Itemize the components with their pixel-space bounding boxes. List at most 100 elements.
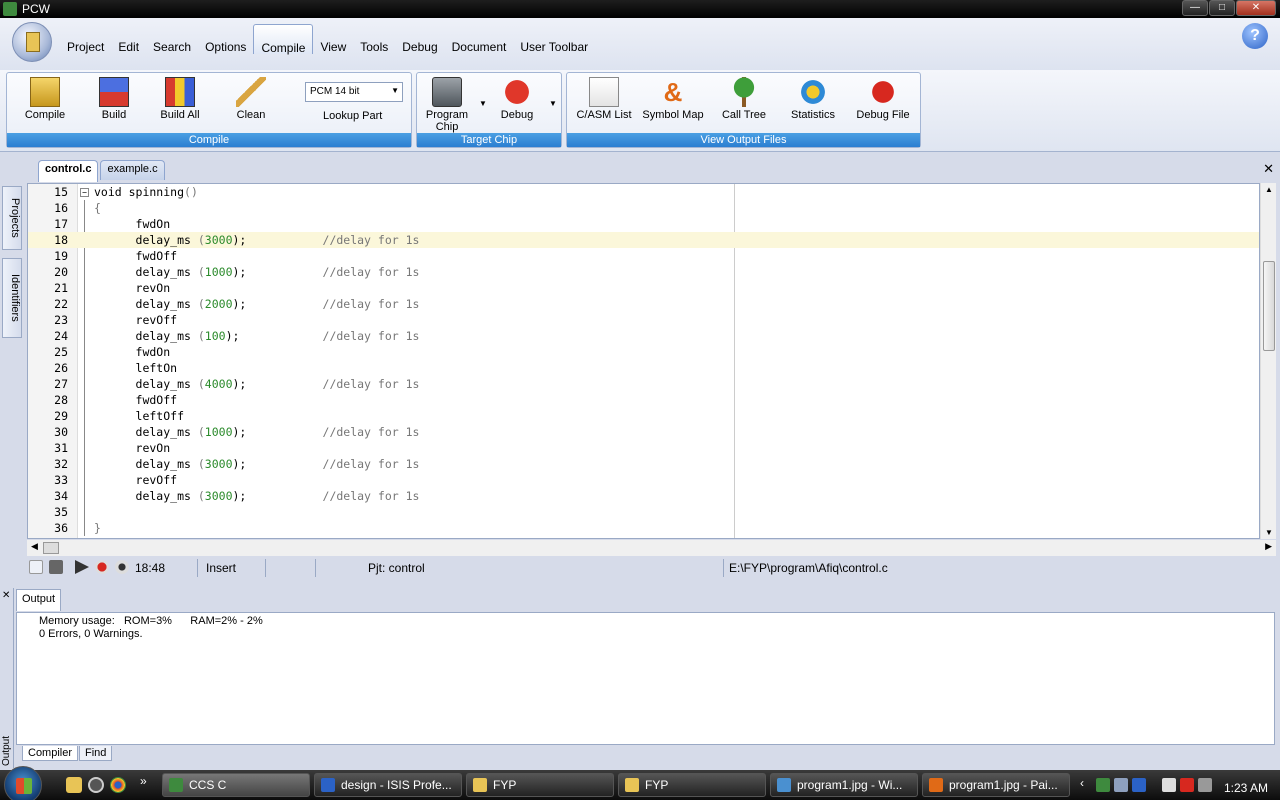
menu-edit[interactable]: Edit [111,36,146,58]
debug-file-button[interactable]: Debug File [853,77,913,121]
code-line[interactable]: 21 revOn [28,280,1259,296]
identifiers-side-tab[interactable]: Identifiers [2,258,22,338]
code-line[interactable]: 33 revOff [28,472,1259,488]
output-tab[interactable]: Output [16,589,62,611]
code-line[interactable]: 19 fwdOff [28,248,1259,264]
file-tab-example[interactable]: example.c [100,160,165,180]
code-line[interactable]: 26 leftOn [28,360,1259,376]
menu-options[interactable]: Options [198,36,253,58]
bluetooth-icon[interactable] [1132,778,1146,792]
debug-button[interactable]: Debug [497,77,537,121]
taskbar-button[interactable]: design - ISIS Profe... [314,773,462,797]
menu-compile[interactable]: Compile [253,24,314,55]
horizontal-scrollbar[interactable]: ◀ ▶ [27,540,1276,556]
start-button[interactable] [4,766,42,800]
taskbar-button[interactable]: CCS C [162,773,310,797]
code-line[interactable]: 32 delay_ms (3000); //delay for 1s [28,456,1259,472]
compiler-tab[interactable]: Compiler [22,746,79,761]
clock[interactable]: 1:23 AM [1224,781,1268,795]
help-icon[interactable]: ? [1242,23,1268,49]
menu-view[interactable]: View [313,36,353,58]
clean-button[interactable]: Clean [227,77,275,121]
save-macro-icon[interactable] [49,560,63,574]
code-line[interactable]: 27 delay_ms (4000); //delay for 1s [28,376,1259,392]
menu-user-toolbar[interactable]: User Toolbar [513,36,595,58]
collapse-icon[interactable] [29,560,43,574]
target-chip-group: Program Chip ▼ Debug ▼ Target Chip [416,72,562,148]
program-chip-dropdown-icon[interactable]: ▼ [479,99,487,108]
menu-debug[interactable]: Debug [395,36,444,58]
more-quicklaunch-icon[interactable]: » [140,774,156,790]
scroll-right-icon[interactable]: ▶ [1265,541,1272,552]
vertical-scrollbar[interactable]: ▲ ▼ [1260,183,1276,539]
scroll-down-icon[interactable]: ▼ [1265,528,1273,537]
code-line[interactable]: 34 delay_ms (3000); //delay for 1s [28,488,1259,504]
code-line[interactable]: 16 { [28,200,1259,216]
close-editor-icon[interactable]: ✕ [1263,161,1274,177]
chip-family-select[interactable]: PCM 14 bit ▼ [305,82,403,102]
volume-icon[interactable] [1198,778,1212,792]
code-line[interactable]: 35 [28,504,1259,520]
close-button[interactable]: ✕ [1236,0,1276,16]
code-line[interactable]: 17 fwdOn [28,216,1259,232]
compile-group: Compile Build Build All Clean PCM 14 bit… [6,72,412,148]
compile-button[interactable]: Compile [19,77,71,121]
tray-expand-icon[interactable]: ‹ [1080,776,1094,790]
output-side-label[interactable]: Output [1,736,12,766]
scroll-left-icon[interactable]: ◀ [31,541,38,552]
code-line[interactable]: 22 delay_ms (2000); //delay for 1s [28,296,1259,312]
casm-list-button[interactable]: C/ASM List [575,77,633,121]
taskbar-button[interactable]: FYP [466,773,614,797]
code-line[interactable]: 31 revOn [28,440,1259,456]
call-tree-button[interactable]: Call Tree [719,77,769,121]
code-line[interactable]: 23 revOff [28,312,1259,328]
lookup-part-button[interactable]: Lookup Part [323,110,382,122]
safely-remove-icon[interactable] [1180,778,1194,792]
taskbar-button[interactable]: program1.jpg - Wi... [770,773,918,797]
explorer-icon[interactable] [66,777,82,793]
close-output-icon[interactable]: ✕ [2,590,10,601]
build-button[interactable]: Build [89,77,139,121]
status-bar: 18:48 Insert Pjt: control E:\FYP\program… [27,557,1276,579]
projects-side-tab[interactable]: Projects [2,186,22,250]
maximize-button[interactable]: □ [1209,0,1235,16]
scroll-up-icon[interactable]: ▲ [1265,185,1273,194]
line-number: 32 [54,457,68,471]
record-icon[interactable] [95,560,109,574]
play-icon[interactable] [75,560,89,574]
statistics-button[interactable]: Statistics [787,77,839,121]
compile-group-label: Compile [7,133,411,147]
menu-search[interactable]: Search [146,36,198,58]
h-scroll-thumb[interactable] [43,542,59,554]
minimize-button[interactable]: — [1182,0,1208,16]
code-line[interactable]: 25 fwdOn [28,344,1259,360]
code-editor[interactable]: − 15 void spinning() 16{17 fwdOn 18 delay_m… [27,183,1260,539]
build-all-button[interactable]: Build All [155,77,205,121]
symbol-map-button[interactable]: & Symbol Map [641,77,705,121]
battery-icon[interactable] [1162,778,1176,792]
file-tab-control[interactable]: control.c [38,160,99,182]
taskbar-button[interactable]: program1.jpg - Pai... [922,773,1070,797]
debug-dropdown-icon[interactable]: ▼ [549,99,557,108]
find-tab[interactable]: Find [79,746,113,761]
code-line[interactable]: 15 void spinning() [28,184,1259,200]
code-line[interactable]: 29 leftOff [28,408,1259,424]
stop-icon[interactable] [115,560,129,574]
code-line[interactable]: 20 delay_ms (1000); //delay for 1s [28,264,1259,280]
program-chip-button[interactable]: Program Chip [425,77,469,133]
code-line[interactable]: 24 delay_ms (100); //delay for 1s [28,328,1259,344]
menu-document[interactable]: Document [445,36,514,58]
code-line[interactable]: 30 delay_ms (1000); //delay for 1s [28,424,1259,440]
code-line[interactable]: 36} [28,520,1259,536]
taskbar-button[interactable]: FYP [618,773,766,797]
antivirus-icon[interactable] [1096,778,1110,792]
scroll-thumb[interactable] [1263,261,1275,351]
media-icon[interactable] [88,777,104,793]
code-line[interactable]: 28 fwdOff [28,392,1259,408]
network-icon[interactable] [1114,778,1128,792]
code-line[interactable]: 18 delay_ms (3000); //delay for 1s [28,232,1259,248]
menu-tools[interactable]: Tools [353,36,395,58]
menu-project[interactable]: Project [60,36,111,58]
chrome-icon[interactable] [110,777,126,793]
app-menu-button[interactable] [12,22,52,62]
